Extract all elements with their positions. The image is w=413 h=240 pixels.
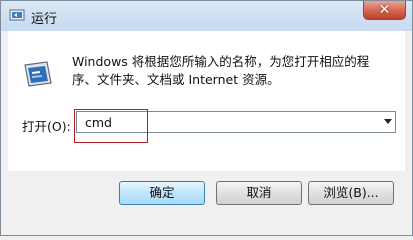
highlight-box (74, 109, 148, 143)
dialog-description: Windows 将根据您所输入的名称，为您打开相应的程序、文件夹、文档或 Int… (72, 54, 370, 87)
close-icon: ✕ (378, 2, 391, 18)
open-label: 打开(O): (22, 119, 71, 134)
ok-button[interactable]: 确定 (119, 181, 205, 205)
run-app-icon (9, 9, 25, 21)
browse-button[interactable]: 浏览(B)... (308, 181, 394, 205)
title-bar[interactable]: 运行 ✕ (1, 1, 412, 31)
cancel-button[interactable]: 取消 (216, 181, 302, 205)
run-icon (24, 61, 52, 87)
chevron-down-icon[interactable] (384, 119, 392, 124)
dialog-content: Windows 将根据您所输入的名称，为您打开相应的程序、文件夹、文档或 Int… (8, 31, 405, 171)
run-dialog: 运行 ✕ Windows 将根据您所输入的名称，为您打开相应的程序、文件夹、文档… (0, 0, 413, 236)
close-button[interactable]: ✕ (363, 1, 406, 20)
window-title: 运行 (31, 12, 58, 27)
button-bar: 确定 取消 浏览(B)... (1, 171, 412, 235)
